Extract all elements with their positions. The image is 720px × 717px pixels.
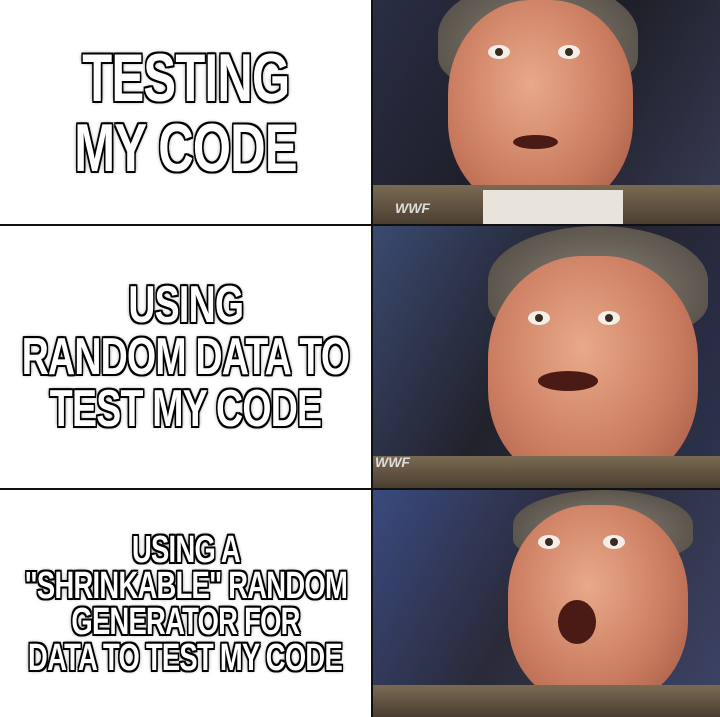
caption-line: USING A <box>131 528 241 571</box>
panel-3: USING A "SHRINKABLE" RANDOM GENERATOR FO… <box>0 490 720 717</box>
reaction-photo-2: WWF <box>373 226 720 488</box>
caption-line: TEST MY CODE <box>49 380 322 438</box>
caption-line: TESTING <box>81 39 290 116</box>
wwf-logo: WWF <box>375 454 410 470</box>
caption-line: MY CODE <box>74 109 297 186</box>
panel-3-caption: USING A "SHRINKABLE" RANDOM GENERATOR FO… <box>0 490 371 717</box>
panel-2: USING RANDOM DATA TO TEST MY CODE WWF <box>0 226 720 488</box>
caption-line: DATA TO TEST MY CODE <box>28 636 344 679</box>
reaction-photo-1: WWF <box>373 0 720 225</box>
panel-1-caption: TESTING MY CODE <box>0 0 371 225</box>
panel-2-caption: USING RANDOM DATA TO TEST MY CODE <box>0 226 371 488</box>
panel-1: TESTING MY CODE WWF <box>0 0 720 225</box>
caption-line: GENERATOR FOR <box>71 600 300 643</box>
wwf-logo: WWF <box>395 200 430 216</box>
caption-line: "SHRINKABLE" RANDOM <box>24 564 347 607</box>
caption-line: USING <box>128 276 244 334</box>
reaction-photo-3 <box>373 490 720 717</box>
caption-line: RANDOM DATA TO <box>21 328 350 386</box>
